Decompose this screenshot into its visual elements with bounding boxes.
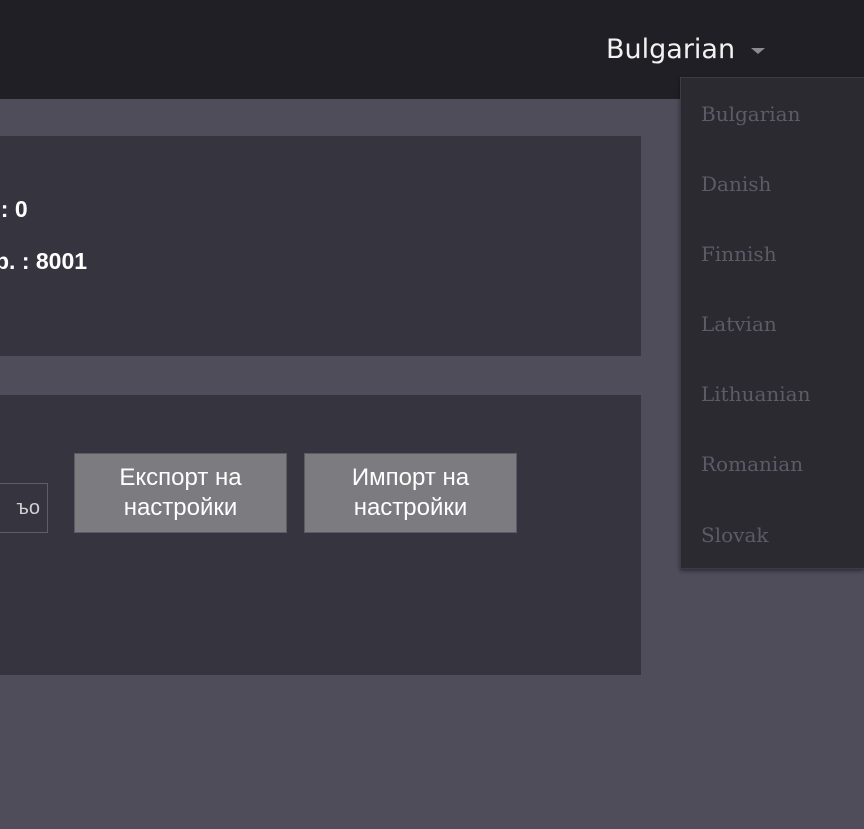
language-option-slovak[interactable]: Slovak — [701, 523, 768, 547]
language-selected-label: Bulgarian — [606, 33, 736, 65]
import-settings-button[interactable]: Импорт на настройки — [304, 453, 517, 533]
info-panel — [0, 136, 641, 356]
language-option-danish[interactable]: Danish — [701, 172, 771, 196]
info-line-1: º : 0 — [0, 196, 28, 222]
language-option-latvian[interactable]: Latvian — [701, 312, 777, 336]
language-dropdown-menu: Bulgarian Danish Finnish Latvian Lithuan… — [680, 77, 864, 569]
chevron-down-icon — [751, 48, 766, 54]
export-settings-button[interactable]: Експорт на настройки — [74, 453, 287, 533]
language-selector[interactable]: Bulgarian — [606, 30, 766, 68]
settings-panel — [0, 395, 641, 675]
language-option-finnish[interactable]: Finnish — [701, 242, 777, 266]
language-option-bulgarian[interactable]: Bulgarian — [701, 102, 800, 126]
language-option-lithuanian[interactable]: Lithuanian — [701, 382, 810, 406]
partial-button[interactable]: ъо — [0, 483, 48, 533]
language-option-romanian[interactable]: Romanian — [701, 452, 803, 476]
info-line-2: р. : 8001 — [0, 248, 88, 274]
